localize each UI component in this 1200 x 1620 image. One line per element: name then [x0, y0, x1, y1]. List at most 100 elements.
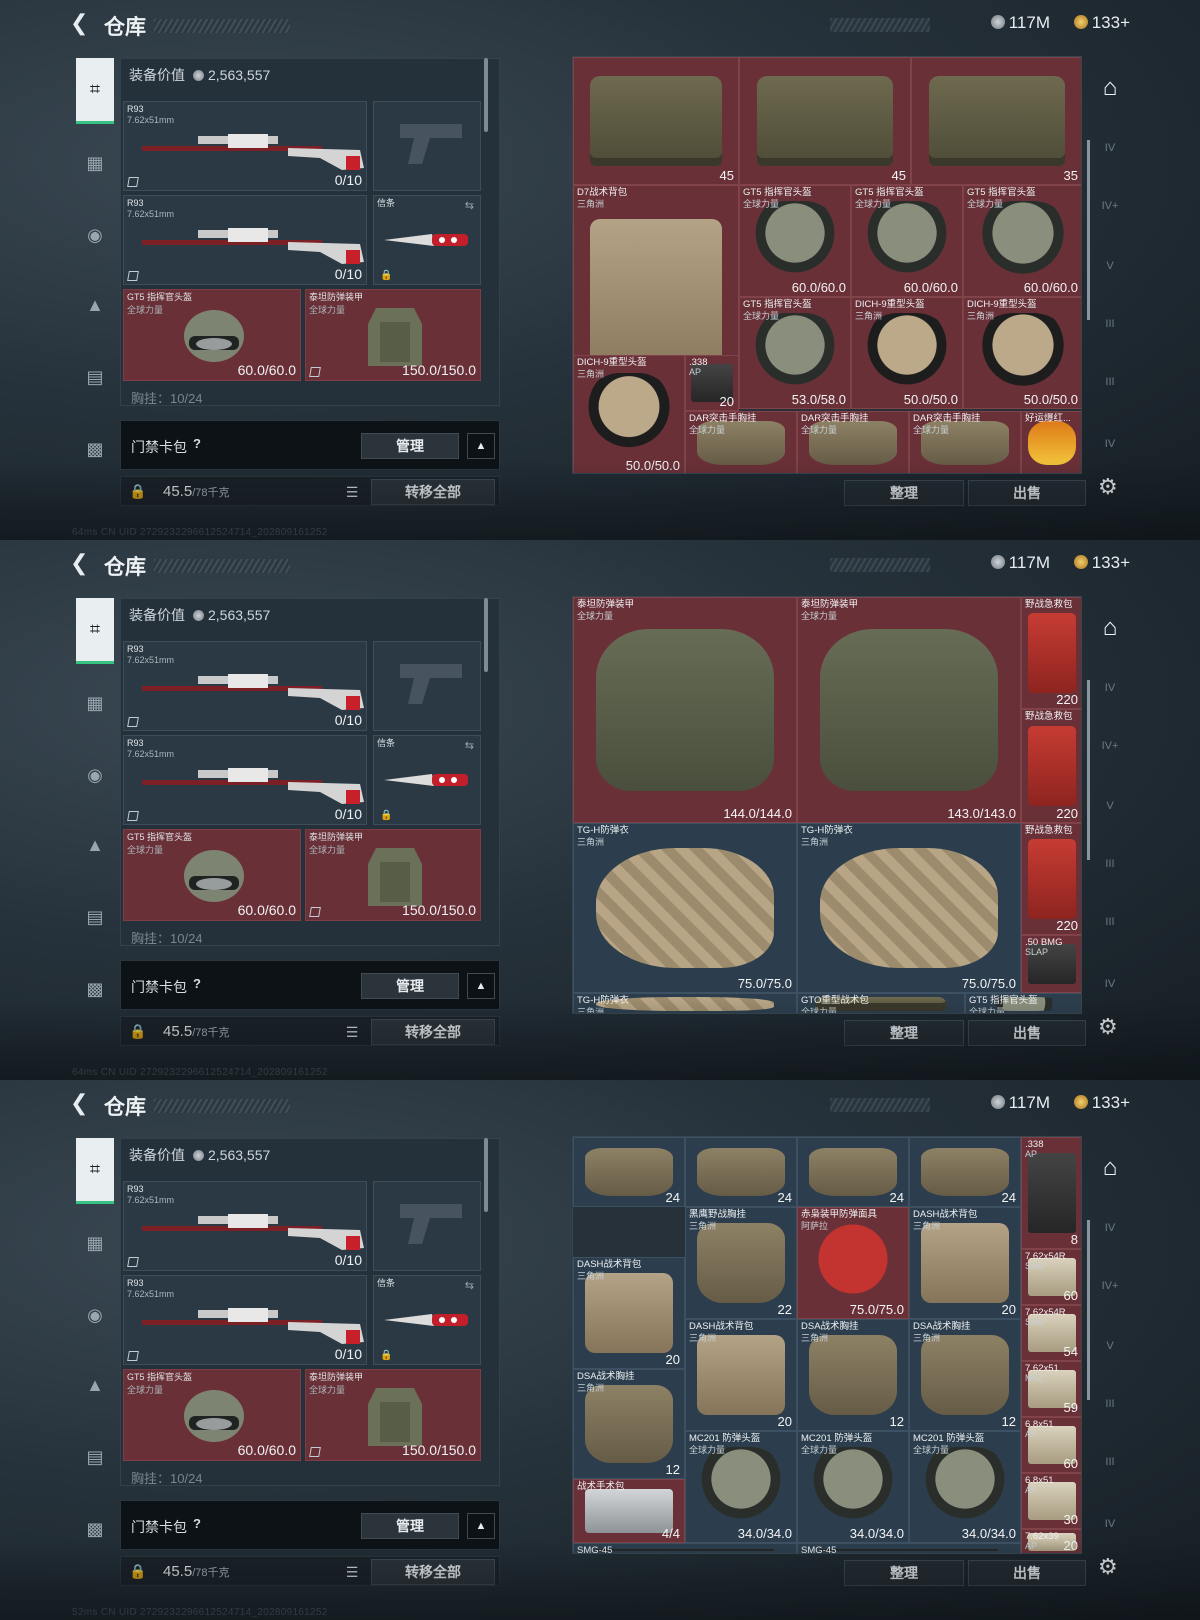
- inventory-item[interactable]: 6.8x51 AP 60: [1021, 1417, 1081, 1473]
- manage-button[interactable]: 管理: [361, 1513, 459, 1539]
- secondary-weapon-slot[interactable]: R93 7.62x51mm 0/10: [123, 195, 367, 285]
- sidearm-slot-empty[interactable]: [373, 1181, 481, 1271]
- inventory-item[interactable]: SMG-45.45 ACP: [797, 1543, 1021, 1553]
- inventory-item[interactable]: 野战急救包 220: [1021, 823, 1081, 935]
- inventory-item[interactable]: DSA战术胸挂 三角洲 12: [573, 1369, 685, 1479]
- inventory-item[interactable]: 7.62x39 AP 20: [1021, 1529, 1081, 1553]
- inventory-item[interactable]: SMG-45.45 ACP: [573, 1543, 797, 1553]
- list-icon[interactable]: ☰: [339, 1021, 365, 1043]
- gear-icon[interactable]: ⚙: [1098, 474, 1118, 500]
- filter-v-icon[interactable]: V: [1094, 790, 1126, 822]
- gear-icon[interactable]: ⚙: [1098, 1014, 1118, 1040]
- warehouse-home-icon[interactable]: ⌂: [1094, 72, 1126, 104]
- filter-iii-icon[interactable]: III: [1094, 848, 1126, 880]
- filter-iv-b-icon[interactable]: IV: [1094, 428, 1126, 460]
- inventory-item[interactable]: 泰坦防弹装甲 全球力量 144.0/144.0: [573, 597, 797, 823]
- tab-helmet[interactable]: ◉: [76, 756, 114, 794]
- secondary-weapon-slot[interactable]: R93 7.62x51mm 0/10: [123, 735, 367, 825]
- sell-button[interactable]: 出售: [968, 1020, 1086, 1046]
- inventory-item[interactable]: DASH战术背包 三角洲 20: [909, 1207, 1021, 1319]
- swap-icon[interactable]: ⇆: [465, 199, 474, 212]
- tab-container[interactable]: ▤: [76, 358, 114, 396]
- inventory-item[interactable]: 泰坦防弹装甲 全球力量 143.0/143.0: [797, 597, 1021, 823]
- transfer-all-button[interactable]: 转移全部: [371, 1559, 495, 1585]
- inventory-item[interactable]: 野战急救包 220: [1021, 709, 1081, 823]
- manage-button[interactable]: 管理: [361, 433, 459, 459]
- inventory-item[interactable]: 6.8x51 AP 30: [1021, 1473, 1081, 1529]
- filter-iii-b-icon[interactable]: III: [1094, 1446, 1126, 1478]
- inventory-item[interactable]: 24: [573, 1137, 685, 1207]
- transfer-all-button[interactable]: 转移全部: [371, 1019, 495, 1045]
- primary-weapon-slot[interactable]: R93 7.62x51mm 0/10: [123, 101, 367, 191]
- primary-weapon-slot[interactable]: R93 7.62x51mm 0/10: [123, 1181, 367, 1271]
- gold-currency[interactable]: 133+: [1073, 13, 1130, 33]
- chevron-up-icon[interactable]: ▲: [467, 433, 495, 459]
- back-arrow-icon[interactable]: ❮: [70, 10, 88, 36]
- inventory-item[interactable]: GT5 指挥官头盔 全球力量 53.0/58.0: [739, 297, 851, 409]
- inventory-item[interactable]: DSA战术胸挂 三角洲 12: [797, 1319, 909, 1431]
- tab-armor[interactable]: ▦: [76, 144, 114, 182]
- inventory-item[interactable]: 7.62x54R SNB 54: [1021, 1305, 1081, 1361]
- melee-slot[interactable]: 信条 ⇆ 🔒: [373, 1275, 481, 1365]
- tab-helmet[interactable]: ◉: [76, 1296, 114, 1334]
- inventory-item[interactable]: 24: [685, 1137, 797, 1207]
- grid-scrollbar[interactable]: [1087, 140, 1090, 320]
- inventory-item[interactable]: 24: [909, 1137, 1021, 1207]
- tab-case[interactable]: ▩: [76, 430, 114, 468]
- swap-icon[interactable]: ⇆: [465, 1279, 474, 1292]
- inventory-item[interactable]: GT5 指挥官头盔 全球力量: [965, 993, 1081, 1013]
- armor-slot[interactable]: 泰坦防弹装甲 全球力量 150.0/150.0: [305, 1369, 481, 1461]
- tab-helmet[interactable]: ◉: [76, 216, 114, 254]
- filter-iv-b-icon[interactable]: IV: [1094, 968, 1126, 1000]
- filter-iv-plus-icon[interactable]: IV+: [1094, 1270, 1126, 1302]
- tab-weapons[interactable]: ⌗: [76, 58, 114, 124]
- inventory-item[interactable]: DAR突击手胸挂 全球力量: [909, 411, 1021, 473]
- filter-iv-b-icon[interactable]: IV: [1094, 1508, 1126, 1540]
- sidearm-slot-empty[interactable]: [373, 101, 481, 191]
- gold-currency[interactable]: 133+: [1073, 553, 1130, 573]
- inventory-item[interactable]: 45: [573, 57, 739, 185]
- inventory-item[interactable]: MC201 防弹头盔 全球力量 34.0/34.0: [685, 1431, 797, 1543]
- warehouse-home-icon[interactable]: ⌂: [1094, 612, 1126, 644]
- helmet-slot[interactable]: GT5 指挥官头盔 全球力量 60.0/60.0: [123, 829, 301, 921]
- filter-iv-plus-icon[interactable]: IV+: [1094, 190, 1126, 222]
- chevron-up-icon[interactable]: ▲: [467, 1513, 495, 1539]
- tab-container[interactable]: ▤: [76, 1438, 114, 1476]
- inventory-item[interactable]: GT5 指挥官头盔 全球力量 60.0/60.0: [963, 185, 1081, 297]
- inventory-item[interactable]: .338 AP 8: [1021, 1137, 1081, 1249]
- filter-v-icon[interactable]: V: [1094, 250, 1126, 282]
- inventory-item[interactable]: 好运爆红...: [1021, 411, 1081, 473]
- inventory-item[interactable]: DICH-9重型头盔 三角洲 50.0/50.0: [573, 355, 685, 473]
- inventory-item[interactable]: MC201 防弹头盔 全球力量 34.0/34.0: [909, 1431, 1021, 1543]
- filter-iv-plus-icon[interactable]: IV+: [1094, 730, 1126, 762]
- tab-weapons[interactable]: ⌗: [76, 598, 114, 664]
- inventory-item[interactable]: TG-H防弹衣 三角洲: [573, 993, 797, 1013]
- chevron-up-icon[interactable]: ▲: [467, 973, 495, 999]
- tab-backpack[interactable]: ▲: [76, 826, 114, 864]
- inventory-item[interactable]: DSA战术胸挂 三角洲 12: [909, 1319, 1021, 1431]
- help-icon[interactable]: ?: [193, 436, 201, 451]
- filter-iii-icon[interactable]: III: [1094, 1388, 1126, 1420]
- inventory-item[interactable]: GTO重型战术包 全球力量: [797, 993, 965, 1013]
- inventory-item[interactable]: DICH-9重型头盔 三角洲 50.0/50.0: [851, 297, 963, 409]
- filter-iv-icon[interactable]: IV: [1094, 672, 1126, 704]
- gear-icon[interactable]: ⚙: [1098, 1554, 1118, 1580]
- sort-button[interactable]: 整理: [844, 1560, 964, 1586]
- tab-container[interactable]: ▤: [76, 898, 114, 936]
- loadout-scrollbar[interactable]: [484, 58, 488, 132]
- inventory-item[interactable]: GT5 指挥官头盔 全球力量 60.0/60.0: [739, 185, 851, 297]
- transfer-all-button[interactable]: 转移全部: [371, 479, 495, 505]
- help-icon[interactable]: ?: [193, 1516, 201, 1531]
- inventory-item[interactable]: MC201 防弹头盔 全球力量 34.0/34.0: [797, 1431, 909, 1543]
- sell-button[interactable]: 出售: [968, 480, 1086, 506]
- tab-armor[interactable]: ▦: [76, 684, 114, 722]
- grid-scrollbar[interactable]: [1087, 680, 1090, 860]
- gold-currency[interactable]: 133+: [1073, 1093, 1130, 1113]
- back-arrow-icon[interactable]: ❮: [70, 1090, 88, 1116]
- warehouse-home-icon[interactable]: ⌂: [1094, 1152, 1126, 1184]
- secondary-weapon-slot[interactable]: R93 7.62x51mm 0/10: [123, 1275, 367, 1365]
- helmet-slot[interactable]: GT5 指挥官头盔 全球力量 60.0/60.0: [123, 1369, 301, 1461]
- filter-iv-icon[interactable]: IV: [1094, 1212, 1126, 1244]
- helmet-slot[interactable]: GT5 指挥官头盔 全球力量 60.0/60.0: [123, 289, 301, 381]
- help-icon[interactable]: ?: [193, 976, 201, 991]
